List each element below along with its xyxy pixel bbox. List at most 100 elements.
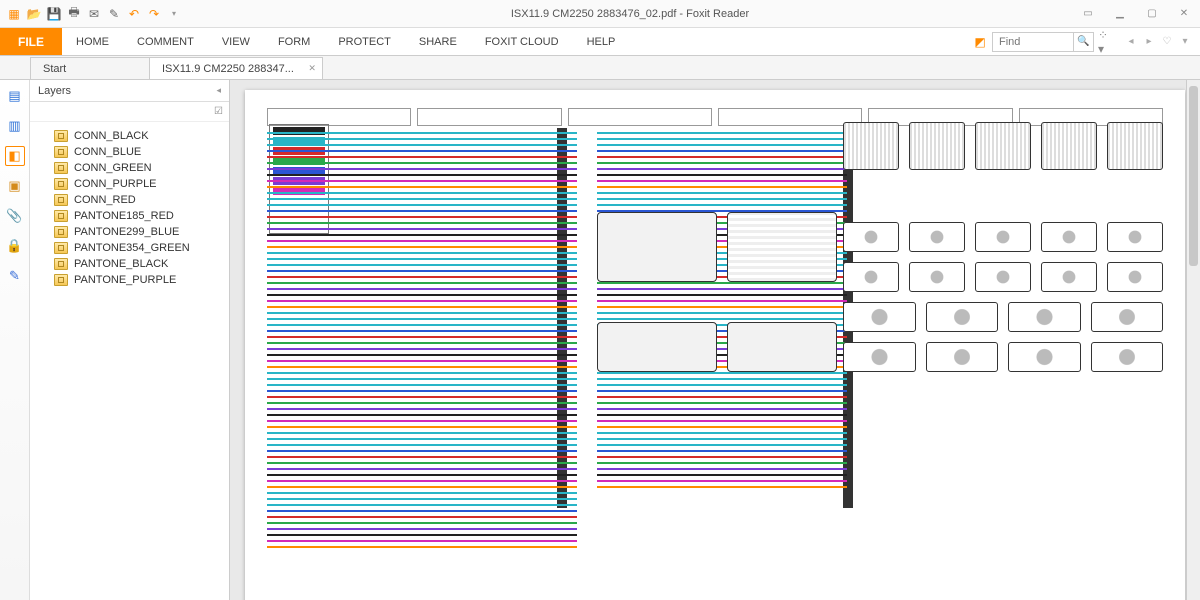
- layer-label: PANTONE185_RED: [74, 210, 174, 222]
- tab-home[interactable]: HOME: [62, 28, 123, 55]
- tab-help[interactable]: HELP: [573, 28, 630, 55]
- layer-label: PANTONE299_BLUE: [74, 226, 179, 238]
- redo-icon[interactable]: ↷: [146, 6, 162, 22]
- pages-panel-icon[interactable]: ▥: [5, 116, 25, 136]
- layers-panel-header: Layers ◂: [30, 80, 229, 102]
- layer-item[interactable]: CONN_GREEN: [34, 160, 225, 176]
- layer-label: CONN_RED: [74, 194, 136, 206]
- layer-label: CONN_BLUE: [74, 146, 141, 158]
- layer-item[interactable]: PANTONE_BLACK: [34, 256, 225, 272]
- layer-item[interactable]: PANTONE185_RED: [34, 208, 225, 224]
- controller-module: [727, 322, 837, 372]
- find-box: 🔍: [992, 32, 1094, 52]
- layer-item[interactable]: PANTONE354_GREEN: [34, 240, 225, 256]
- layer-visibility-icon[interactable]: [54, 130, 68, 142]
- document-tab[interactable]: ISX11.9 CM2250 288347... ✕: [149, 57, 323, 79]
- find-toolbar: ◩ 🔍 ⁘▾ ◂ ▸ ♡ ▾: [972, 28, 1200, 55]
- signatures-panel-icon[interactable]: ✎: [5, 266, 25, 286]
- layers-options-icon[interactable]: ☑: [214, 106, 223, 117]
- close-tab-icon[interactable]: ✕: [308, 63, 316, 74]
- find-next-icon[interactable]: ▸: [1142, 36, 1156, 47]
- qat-dropdown-icon[interactable]: ▾: [166, 6, 182, 22]
- layer-item[interactable]: CONN_BLUE: [34, 144, 225, 160]
- email-icon[interactable]: ✉: [86, 6, 102, 22]
- layers-panel-icon[interactable]: ◧: [5, 146, 25, 166]
- start-tab-label: Start: [43, 63, 66, 75]
- tab-view[interactable]: VIEW: [208, 28, 264, 55]
- layer-label: CONN_GREEN: [74, 162, 152, 174]
- layer-visibility-icon[interactable]: [54, 226, 68, 238]
- tool-icon[interactable]: ✎: [106, 6, 122, 22]
- security-panel-icon[interactable]: 🔒: [5, 236, 25, 256]
- ribbon-tabs: FILE HOME COMMENT VIEW FORM PROTECT SHAR…: [0, 28, 1200, 56]
- main-area: ▤ ▥ ◧ ▣ 📎 🔒 ✎ Layers ◂ ☑ CONN_BLACK CONN…: [0, 80, 1200, 600]
- open-icon[interactable]: 📂: [26, 6, 42, 22]
- controller-module: [597, 322, 717, 372]
- quick-access-toolbar: ▦ 📂 💾 🖶 ✉ ✎ ↶ ↷ ▾: [6, 6, 182, 22]
- undo-icon[interactable]: ↶: [126, 6, 142, 22]
- layer-item[interactable]: CONN_RED: [34, 192, 225, 208]
- layers-list: CONN_BLACK CONN_BLUE CONN_GREEN CONN_PUR…: [30, 122, 229, 600]
- panel-collapse-icon[interactable]: ◂: [216, 85, 221, 96]
- layer-item[interactable]: PANTONE_PURPLE: [34, 272, 225, 288]
- layer-label: PANTONE_PURPLE: [74, 274, 176, 286]
- connector-grid: [843, 122, 1163, 170]
- ribbon-toggle-icon[interactable]: ▭: [1078, 6, 1098, 22]
- find-like-icon[interactable]: ♡: [1160, 36, 1174, 47]
- navigation-rail: ▤ ▥ ◧ ▣ 📎 🔒 ✎: [0, 80, 30, 600]
- layer-visibility-icon[interactable]: [54, 274, 68, 286]
- tab-form[interactable]: FORM: [264, 28, 324, 55]
- scrollbar-thumb[interactable]: [1189, 86, 1198, 266]
- tab-comment[interactable]: COMMENT: [123, 28, 208, 55]
- start-tab[interactable]: Start: [30, 57, 150, 79]
- wiring-diagram: [257, 102, 1173, 600]
- layers-toolbar: ☑: [30, 102, 229, 122]
- maximize-button[interactable]: ▢: [1142, 6, 1162, 22]
- comments-panel-icon[interactable]: ▣: [5, 176, 25, 196]
- save-icon[interactable]: 💾: [46, 6, 62, 22]
- layers-panel: Layers ◂ ☑ CONN_BLACK CONN_BLUE CONN_GRE…: [30, 80, 230, 600]
- layer-visibility-icon[interactable]: [54, 178, 68, 190]
- attachments-panel-icon[interactable]: 📎: [5, 206, 25, 226]
- layer-item[interactable]: PANTONE299_BLUE: [34, 224, 225, 240]
- pdf-page: AUTOREPAIR MANUALS.us: [245, 90, 1185, 600]
- find-nav: ◂ ▸ ♡ ▾: [1124, 36, 1192, 47]
- layer-label: PANTONE_BLACK: [74, 258, 168, 270]
- close-button[interactable]: ✕: [1174, 6, 1194, 22]
- find-prev-icon[interactable]: ◂: [1124, 36, 1138, 47]
- find-submit-icon[interactable]: 🔍: [1073, 33, 1093, 51]
- connector-grid: [843, 222, 1163, 292]
- document-viewport[interactable]: AUTOREPAIR MANUALS.us: [230, 80, 1200, 600]
- layer-label: PANTONE354_GREEN: [74, 242, 190, 254]
- vertical-scrollbar[interactable]: [1186, 80, 1200, 600]
- document-tabs: Start ISX11.9 CM2250 288347... ✕: [0, 56, 1200, 80]
- layer-visibility-icon[interactable]: [54, 210, 68, 222]
- layer-visibility-icon[interactable]: [54, 162, 68, 174]
- layer-visibility-icon[interactable]: [54, 146, 68, 158]
- ecm-module: [597, 212, 717, 282]
- layer-item[interactable]: CONN_PURPLE: [34, 176, 225, 192]
- wire-bundle-left: [267, 128, 577, 600]
- layers-panel-title: Layers: [38, 85, 71, 97]
- find-options-icon[interactable]: ⁘▾: [1098, 34, 1114, 50]
- file-tab[interactable]: FILE: [0, 28, 62, 55]
- find-menu-icon[interactable]: ▾: [1178, 36, 1192, 47]
- find-config-icon[interactable]: ◩: [972, 34, 988, 50]
- tab-foxit-cloud[interactable]: FOXIT CLOUD: [471, 28, 573, 55]
- layer-visibility-icon[interactable]: [54, 194, 68, 206]
- layer-visibility-icon[interactable]: [54, 258, 68, 270]
- print-icon[interactable]: 🖶: [66, 6, 82, 22]
- bookmarks-panel-icon[interactable]: ▤: [5, 86, 25, 106]
- minimize-button[interactable]: ▁: [1110, 6, 1130, 22]
- window-title: ISX11.9 CM2250 2883476_02.pdf - Foxit Re…: [182, 8, 1078, 20]
- window-controls: ▭ ▁ ▢ ✕: [1078, 6, 1194, 22]
- layer-visibility-icon[interactable]: [54, 242, 68, 254]
- title-bar: ▦ 📂 💾 🖶 ✉ ✎ ↶ ↷ ▾ ISX11.9 CM2250 2883476…: [0, 0, 1200, 28]
- layer-label: CONN_PURPLE: [74, 178, 157, 190]
- tab-share[interactable]: SHARE: [405, 28, 471, 55]
- layer-item[interactable]: CONN_BLACK: [34, 128, 225, 144]
- tab-protect[interactable]: PROTECT: [324, 28, 405, 55]
- layer-label: CONN_BLACK: [74, 130, 149, 142]
- ecm-module: [727, 212, 837, 282]
- find-input[interactable]: [993, 36, 1073, 48]
